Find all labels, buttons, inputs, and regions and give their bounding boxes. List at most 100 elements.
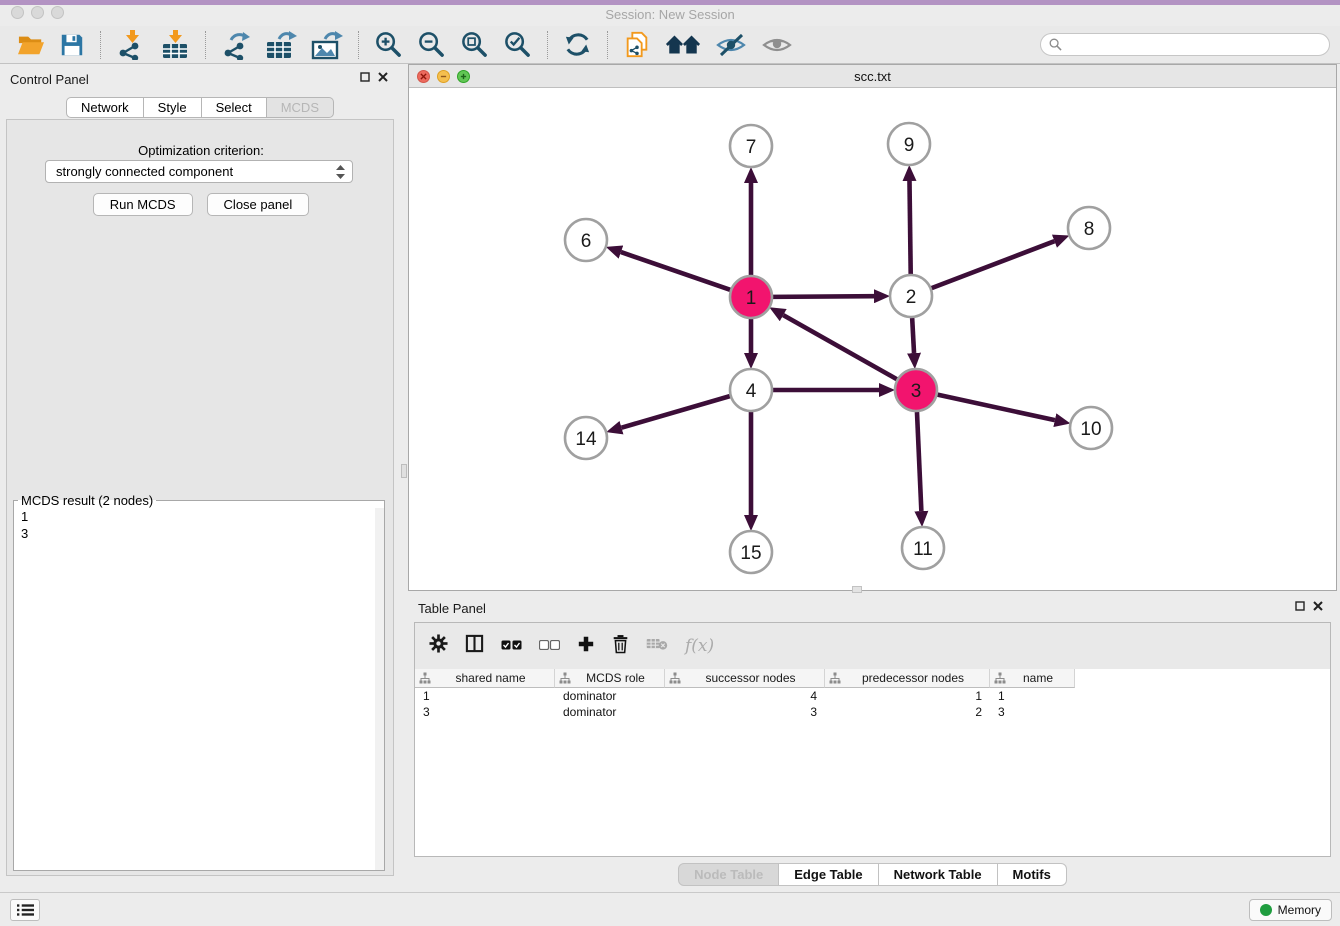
graph-node-15[interactable]: 15 bbox=[730, 531, 772, 573]
tab-motifs[interactable]: Motifs bbox=[998, 863, 1067, 886]
table-cell[interactable]: 1 bbox=[825, 688, 990, 704]
float-panel-icon[interactable] bbox=[360, 72, 370, 82]
column-header-name[interactable]: name bbox=[990, 669, 1075, 688]
save-floppy-icon bbox=[59, 32, 85, 58]
table-cell[interactable]: dominator bbox=[555, 688, 665, 704]
table-settings-button[interactable] bbox=[429, 634, 448, 658]
control-panel: Control Panel Network Style Select MCDS … bbox=[0, 64, 400, 892]
tab-node-table[interactable]: Node Table bbox=[678, 863, 779, 886]
graph-edge-3-11[interactable] bbox=[917, 412, 921, 511]
table-cell[interactable]: 4 bbox=[665, 688, 825, 704]
tab-mcds[interactable]: MCDS bbox=[267, 97, 334, 118]
table-row[interactable]: 1dominator411 bbox=[415, 688, 1330, 704]
function-builder-button[interactable]: f(x) bbox=[685, 636, 714, 656]
graph-edge-2-8[interactable] bbox=[932, 241, 1055, 288]
graph-edge-2-9[interactable] bbox=[909, 181, 910, 274]
zoom-fit-button[interactable] bbox=[453, 29, 496, 61]
import-table-button[interactable] bbox=[153, 29, 197, 61]
open-session-button[interactable] bbox=[10, 29, 52, 61]
table-row[interactable]: 3dominator323 bbox=[415, 704, 1330, 720]
tab-select[interactable]: Select bbox=[202, 97, 267, 118]
float-table-panel-icon[interactable] bbox=[1295, 601, 1305, 611]
hide-preview-button[interactable] bbox=[708, 29, 754, 61]
column-type-icon bbox=[419, 672, 431, 684]
graph-edge-4-14[interactable] bbox=[622, 396, 730, 428]
run-mcds-button[interactable]: Run MCDS bbox=[93, 193, 193, 216]
export-network-button[interactable] bbox=[214, 29, 258, 61]
graph-node-8[interactable]: 8 bbox=[1068, 207, 1110, 249]
zoom-in-button[interactable] bbox=[367, 29, 410, 61]
tab-edge-table[interactable]: Edge Table bbox=[779, 863, 878, 886]
close-table-panel-icon[interactable] bbox=[1313, 601, 1323, 611]
vertical-splitter[interactable] bbox=[400, 64, 408, 892]
optimization-criterion-select[interactable]: strongly connected component bbox=[45, 160, 353, 183]
graph-edge-3-1[interactable] bbox=[783, 315, 897, 379]
graph-edge-1-6[interactable] bbox=[621, 252, 730, 290]
svg-text:14: 14 bbox=[575, 429, 597, 450]
table-cell[interactable]: 1 bbox=[415, 688, 555, 704]
graph-node-1[interactable]: 1 bbox=[730, 276, 772, 318]
graph-node-9[interactable]: 9 bbox=[888, 123, 930, 165]
graph-node-7[interactable]: 7 bbox=[730, 125, 772, 167]
search-input[interactable] bbox=[1066, 35, 1329, 54]
close-panel-button[interactable]: Close panel bbox=[207, 193, 310, 216]
eye-icon bbox=[761, 32, 793, 58]
home-view-button[interactable] bbox=[658, 29, 708, 61]
close-panel-icon[interactable] bbox=[378, 72, 388, 82]
export-image-button[interactable] bbox=[304, 29, 350, 61]
splitter-grip[interactable] bbox=[401, 464, 407, 478]
column-header-MCDS-role[interactable]: MCDS role bbox=[555, 669, 665, 688]
save-session-button[interactable] bbox=[52, 29, 92, 61]
mcds-result-list[interactable]: 1 3 bbox=[14, 508, 384, 870]
create-column-button[interactable] bbox=[577, 635, 595, 658]
table-cell[interactable]: 3 bbox=[415, 704, 555, 720]
graph-node-10[interactable]: 10 bbox=[1070, 407, 1112, 449]
network-graph: 7 9 6 8 1 2 4 3 14 10 15 11 bbox=[409, 88, 1336, 590]
graph-edge-2-3[interactable] bbox=[912, 318, 914, 353]
toolbar-separator bbox=[607, 31, 608, 59]
zoom-selected-button[interactable] bbox=[496, 29, 539, 61]
deselect-all-columns-button[interactable] bbox=[539, 637, 560, 655]
horizontal-splitter-grip[interactable] bbox=[852, 586, 862, 593]
column-header-shared-name[interactable]: shared name bbox=[415, 669, 555, 688]
show-preview-button[interactable] bbox=[754, 29, 800, 61]
zoom-in-icon bbox=[374, 30, 403, 59]
zoom-out-button[interactable] bbox=[410, 29, 453, 61]
result-scrollbar[interactable] bbox=[375, 508, 384, 870]
graph-edge-3-10[interactable] bbox=[937, 395, 1054, 420]
table-cell[interactable]: 3 bbox=[990, 704, 1075, 720]
graph-node-11[interactable]: 11 bbox=[902, 527, 944, 569]
table-cell[interactable]: 2 bbox=[825, 704, 990, 720]
table-cell[interactable]: 3 bbox=[665, 704, 825, 720]
refresh-button[interactable] bbox=[556, 29, 599, 61]
graph-edge-1-2[interactable] bbox=[773, 296, 874, 297]
toggle-column-pane-button[interactable] bbox=[465, 634, 484, 658]
graph-node-4[interactable]: 4 bbox=[730, 369, 772, 411]
task-history-button[interactable] bbox=[10, 899, 40, 921]
select-all-columns-button[interactable] bbox=[501, 637, 522, 655]
tab-network-table[interactable]: Network Table bbox=[879, 863, 998, 886]
graph-node-6[interactable]: 6 bbox=[565, 219, 607, 261]
memory-button[interactable]: Memory bbox=[1249, 899, 1332, 921]
network-canvas[interactable]: 7 9 6 8 1 2 4 3 14 10 15 11 bbox=[409, 88, 1336, 590]
control-panel-tabs: Network Style Select MCDS bbox=[0, 97, 400, 118]
import-network-button[interactable] bbox=[109, 29, 153, 61]
export-table-button[interactable] bbox=[258, 29, 304, 61]
column-header-predecessor-nodes[interactable]: predecessor nodes bbox=[825, 669, 990, 688]
graph-node-2[interactable]: 2 bbox=[890, 275, 932, 317]
tab-network[interactable]: Network bbox=[66, 97, 144, 118]
table-cell[interactable]: dominator bbox=[555, 704, 665, 720]
clone-network-button[interactable] bbox=[616, 29, 658, 61]
delete-table-icon bbox=[646, 637, 668, 651]
delete-table-button[interactable] bbox=[646, 637, 668, 656]
result-line: 1 bbox=[14, 508, 384, 525]
column-header-successor-nodes[interactable]: successor nodes bbox=[665, 669, 825, 688]
delete-column-button[interactable] bbox=[612, 634, 629, 659]
tab-style[interactable]: Style bbox=[144, 97, 202, 118]
toolbar-separator bbox=[358, 31, 359, 59]
graph-node-3[interactable]: 3 bbox=[895, 369, 937, 411]
table-cell[interactable]: 1 bbox=[990, 688, 1075, 704]
graph-node-14[interactable]: 14 bbox=[565, 417, 607, 459]
search-field[interactable] bbox=[1040, 33, 1330, 56]
table-rows: 1dominator4113dominator323 bbox=[415, 688, 1330, 720]
